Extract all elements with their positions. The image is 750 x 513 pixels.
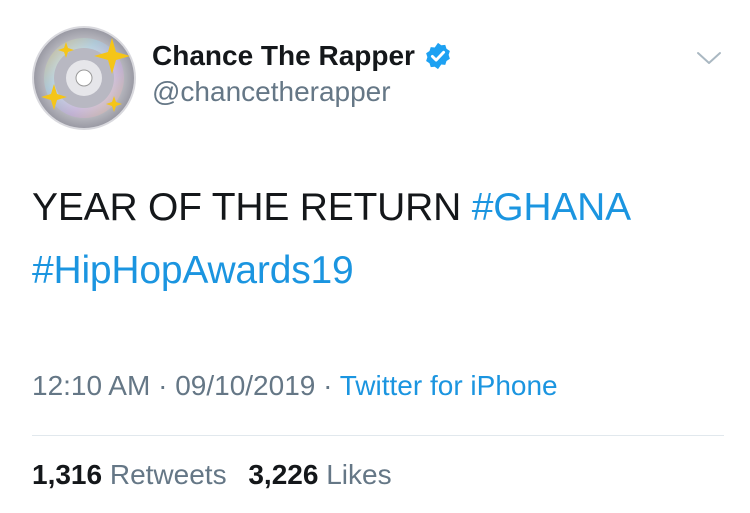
- tweet-stats: 1,316 Retweets 3,226 Likes: [32, 459, 406, 491]
- avatar[interactable]: [32, 26, 136, 130]
- author-display-name[interactable]: Chance The Rapper: [152, 40, 415, 72]
- hashtag-link[interactable]: #GHANA: [472, 186, 631, 229]
- tweet-source-link[interactable]: Twitter for iPhone: [340, 370, 558, 401]
- author-name-row[interactable]: Chance The Rapper: [152, 40, 453, 72]
- likes-count: 3,226: [248, 459, 319, 490]
- chevron-down-icon[interactable]: [696, 48, 722, 68]
- sparkling-cd-icon: [32, 26, 136, 130]
- meta-separator: ·: [323, 370, 333, 401]
- verified-badge-icon: [426, 42, 450, 70]
- likes-label: Likes: [326, 459, 392, 490]
- retweets-stat[interactable]: 1,316 Retweets: [32, 459, 234, 490]
- tweet-meta: 12:10 AM · 09/10/2019 · Twitter for iPho…: [32, 370, 558, 402]
- likes-stat[interactable]: 3,226 Likes: [248, 459, 391, 490]
- divider: [32, 435, 724, 436]
- retweets-label: Retweets: [109, 459, 227, 490]
- meta-separator: ·: [158, 370, 168, 401]
- tweet-date[interactable]: 09/10/2019: [175, 370, 315, 401]
- retweets-count: 1,316: [32, 459, 103, 490]
- author-handle[interactable]: @chancetherapper: [152, 76, 391, 108]
- tweet-time[interactable]: 12:10 AM: [32, 370, 150, 401]
- tweet-body-text: YEAR OF THE RETURN: [32, 186, 472, 229]
- hashtag-link[interactable]: #HipHopAwards19: [32, 249, 354, 292]
- tweet-text: YEAR OF THE RETURN #GHANA #HipHopAwards19: [32, 176, 722, 302]
